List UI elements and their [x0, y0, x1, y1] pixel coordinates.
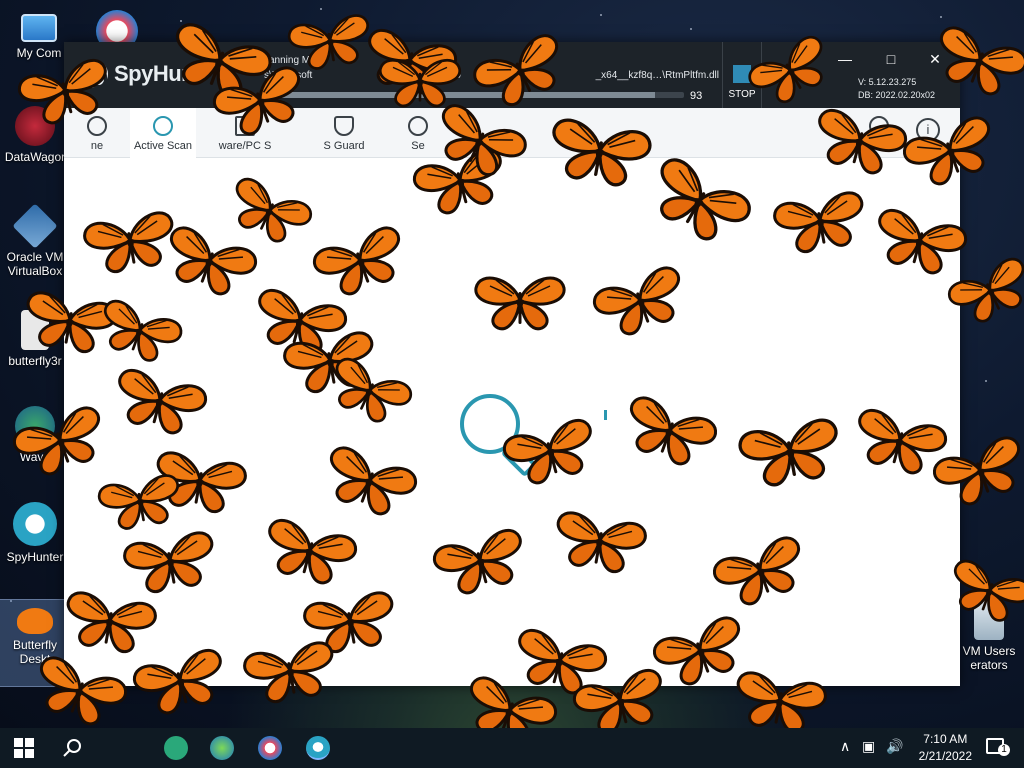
home-icon — [87, 116, 107, 136]
tab-system-guard-label: S Guard — [323, 140, 365, 152]
version-text: V: 5.12.23.275 — [858, 77, 917, 87]
tab-home-label: ne — [90, 140, 104, 152]
tab-active-scan[interactable]: Active Scan — [130, 108, 196, 158]
tab-malware-scan[interactable]: ware/PC S — [200, 108, 290, 158]
scan-progress-bar — [264, 92, 684, 98]
desktop-icon-virtualbox[interactable]: Oracle VM VirtualBox — [0, 203, 70, 278]
spyhunter-window: SpyHunt canning Mem s\Microsoft 7.0 _x64… — [64, 42, 960, 686]
stop-button[interactable]: STOP — [722, 42, 762, 108]
recycle-icon — [974, 600, 1004, 640]
gear-icon — [408, 116, 428, 136]
windows-icon — [14, 738, 34, 758]
tab-helpdesk[interactable]: esk — [854, 108, 904, 158]
close-button[interactable]: ✕ — [920, 48, 950, 70]
shield-icon — [334, 116, 354, 136]
spyhunter-icon — [13, 502, 57, 546]
desktop-icon-vm-users[interactable]: VM Users erators — [954, 600, 1024, 672]
tab-system-guard[interactable]: S Guard — [304, 108, 384, 158]
desktop-icon-butterfly-file[interactable]: butterfly3r — [0, 310, 70, 368]
tray-chevron-icon[interactable]: ∧ — [840, 738, 850, 755]
taskbar-browser[interactable] — [258, 736, 282, 760]
stop-icon — [733, 65, 751, 83]
taskbar-edge[interactable] — [210, 736, 234, 760]
close-icon: ✕ — [929, 50, 941, 67]
minimize-icon: — — [838, 51, 852, 67]
notification-count: 1 — [998, 744, 1010, 756]
scan-progress-count: 93 — [690, 90, 703, 102]
tab-helpdesk-label: esk — [870, 140, 888, 152]
desktop: My Com DataWagor Oracle VM VirtualBox bu… — [0, 0, 1024, 728]
clock-time: 7:10 AM — [923, 732, 968, 746]
tab-malware-scan-label: ware/PC S — [218, 140, 272, 152]
datawagon-icon — [15, 106, 55, 146]
info-icon: i — [926, 122, 930, 137]
version-info: V: 5.12.23.275 DB: 2022.02.20x02 — [858, 76, 935, 102]
start-button[interactable] — [12, 736, 36, 760]
taskbar-app-1[interactable] — [164, 736, 188, 760]
volume-icon[interactable]: 🔊 — [886, 738, 903, 755]
scan-progress-fill — [264, 92, 655, 98]
stop-label: STOP — [728, 89, 756, 100]
notification-button[interactable]: 1 — [986, 738, 1010, 756]
malware-scan-icon — [235, 116, 255, 136]
desktop-icon-datawagon[interactable]: DataWagor — [0, 106, 70, 164]
search-button[interactable] — [60, 736, 84, 760]
browser-icon — [15, 406, 55, 446]
file-icon — [21, 310, 49, 350]
tab-home[interactable]: ne — [64, 108, 130, 158]
clock[interactable]: 7:10 AM 2/21/2022 — [919, 731, 972, 765]
magnifier-icon — [460, 394, 536, 476]
scan-status-path-right: _x64__kzf8q…\RtmPltfm.dll — [595, 70, 719, 81]
computer-icon — [21, 14, 57, 42]
info-button[interactable]: i — [916, 118, 940, 142]
tab-settings-label: Se — [411, 140, 425, 152]
scan-icon — [153, 116, 173, 136]
helpdesk-icon — [869, 116, 889, 136]
scan-status-path-left: s\Microsoft — [264, 70, 313, 81]
desktop-icon-butterfly-desktop[interactable]: Butterfly Deskt — [0, 599, 71, 687]
maximize-button[interactable]: □ — [876, 48, 906, 70]
spyhunter-main-panel — [64, 158, 960, 686]
tab-active-scan-label: Active Scan — [133, 140, 193, 152]
spyhunter-logo-text: SpyHunt — [114, 61, 201, 86]
spyhunter-tabs: ne Active Scan ware/PC S S Guard Se esk — [64, 108, 960, 158]
scan-status-path-prefix: 7.0 — [447, 70, 461, 81]
taskbar: ∧ ▣ 🔊 7:10 AM 2/21/2022 1 — [0, 728, 1024, 768]
desktop-icon-spyhunter[interactable]: SpyHunter — [0, 502, 70, 564]
spyhunter-titlebar: SpyHunt canning Mem s\Microsoft 7.0 _x64… — [64, 42, 960, 108]
scan-status-line1: canning Mem — [264, 55, 325, 66]
db-version-text: DB: 2022.02.20x02 — [858, 90, 936, 100]
scan-activity-indicator — [604, 410, 607, 420]
clock-date: 2/21/2022 — [918, 749, 972, 763]
virtualbox-icon — [12, 203, 58, 249]
maximize-icon: □ — [886, 51, 896, 67]
spyhunter-logo: SpyHunt — [80, 58, 201, 90]
taskbar-spyhunter[interactable] — [306, 736, 330, 760]
search-icon — [63, 739, 81, 757]
network-icon[interactable]: ▣ — [862, 738, 875, 755]
minimize-button[interactable]: — — [830, 48, 860, 70]
spyhunter-logo-icon — [80, 60, 108, 88]
tab-settings[interactable]: Se — [390, 108, 446, 158]
desktop-icon-wave[interactable]: Wave — [0, 406, 70, 464]
butterfly-icon — [17, 608, 53, 634]
